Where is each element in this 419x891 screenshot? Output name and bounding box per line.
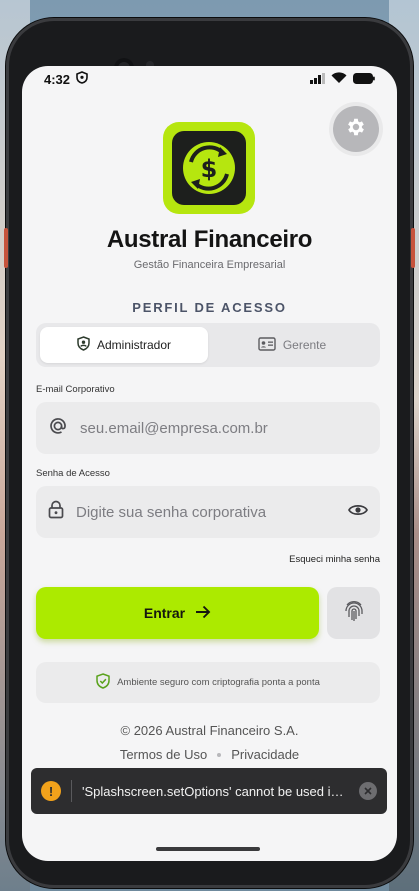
error-toast[interactable]: ! 'Splashscreen.setOptions' cannot be us… [31, 768, 387, 814]
battery-icon [353, 72, 375, 87]
currency-exchange-icon: $ [183, 142, 235, 194]
app-title: Austral Financeiro [106, 226, 313, 253]
app-logo: $ [163, 122, 255, 214]
close-icon[interactable] [359, 782, 377, 800]
at-sign-icon [48, 416, 68, 441]
status-bar: 4:32 [22, 66, 397, 92]
toast-divider [71, 780, 72, 802]
gear-icon [345, 116, 367, 143]
eye-icon[interactable] [348, 503, 368, 522]
shield-person-icon [77, 336, 90, 354]
fingerprint-icon [343, 599, 365, 628]
password-field[interactable] [36, 486, 380, 538]
settings-button[interactable] [333, 106, 379, 152]
phone-side-button-left [4, 228, 8, 268]
tab-gerente-label: Gerente [282, 338, 327, 352]
signal-icon [310, 72, 325, 87]
password-label: Senha de Acesso [36, 468, 110, 479]
security-notice-text: Ambiente seguro com criptografia ponta a… [117, 677, 320, 688]
phone-side-button-right [411, 228, 415, 268]
biometric-login-button[interactable] [327, 587, 380, 639]
tab-administrador[interactable]: Administrador [40, 327, 208, 363]
footer-links: Termos de Uso Privacidade [22, 747, 397, 762]
arrow-right-icon [195, 605, 211, 622]
wifi-icon [331, 71, 347, 87]
terms-link[interactable]: Termos de Uso [120, 747, 207, 762]
toast-message: 'Splashscreen.setOptions' cannot be used… [82, 783, 349, 799]
security-notice: Ambiente seguro com criptografia ponta a… [36, 662, 380, 703]
status-time: 4:32 [44, 71, 71, 87]
phone-screen: 4:32 $ Austral Financeiro Gestão Finance… [22, 66, 397, 861]
login-button-label: Entrar [143, 605, 186, 621]
shield-status-icon [76, 71, 88, 87]
warning-icon: ! [41, 781, 61, 801]
app-subtitle: Gestão Financeira Empresarial [133, 259, 286, 271]
shield-check-icon [96, 673, 110, 692]
login-button[interactable]: Entrar [36, 587, 319, 639]
lock-icon [48, 500, 64, 524]
email-field[interactable] [36, 402, 380, 454]
svg-text:$: $ [201, 155, 218, 183]
home-indicator[interactable] [156, 847, 260, 851]
tab-gerente[interactable]: Gerente [208, 327, 376, 363]
id-card-icon [258, 336, 276, 354]
separator-dot [217, 752, 222, 757]
privacy-link[interactable]: Privacidade [231, 747, 299, 762]
password-input[interactable] [76, 503, 348, 521]
copyright: © 2026 Austral Financeiro S.A. [120, 723, 299, 738]
forgot-password-link[interactable]: Esqueci minha senha [36, 554, 380, 565]
logo-inner: $ [172, 131, 246, 205]
tab-administrador-label: Administrador [96, 338, 172, 352]
email-label: E-mail Corporativo [36, 384, 115, 395]
profile-heading: PERFIL DE ACESSO [132, 300, 287, 315]
email-input[interactable] [80, 419, 368, 437]
profile-selector: Administrador Gerente [36, 323, 380, 367]
status-right [310, 71, 375, 87]
